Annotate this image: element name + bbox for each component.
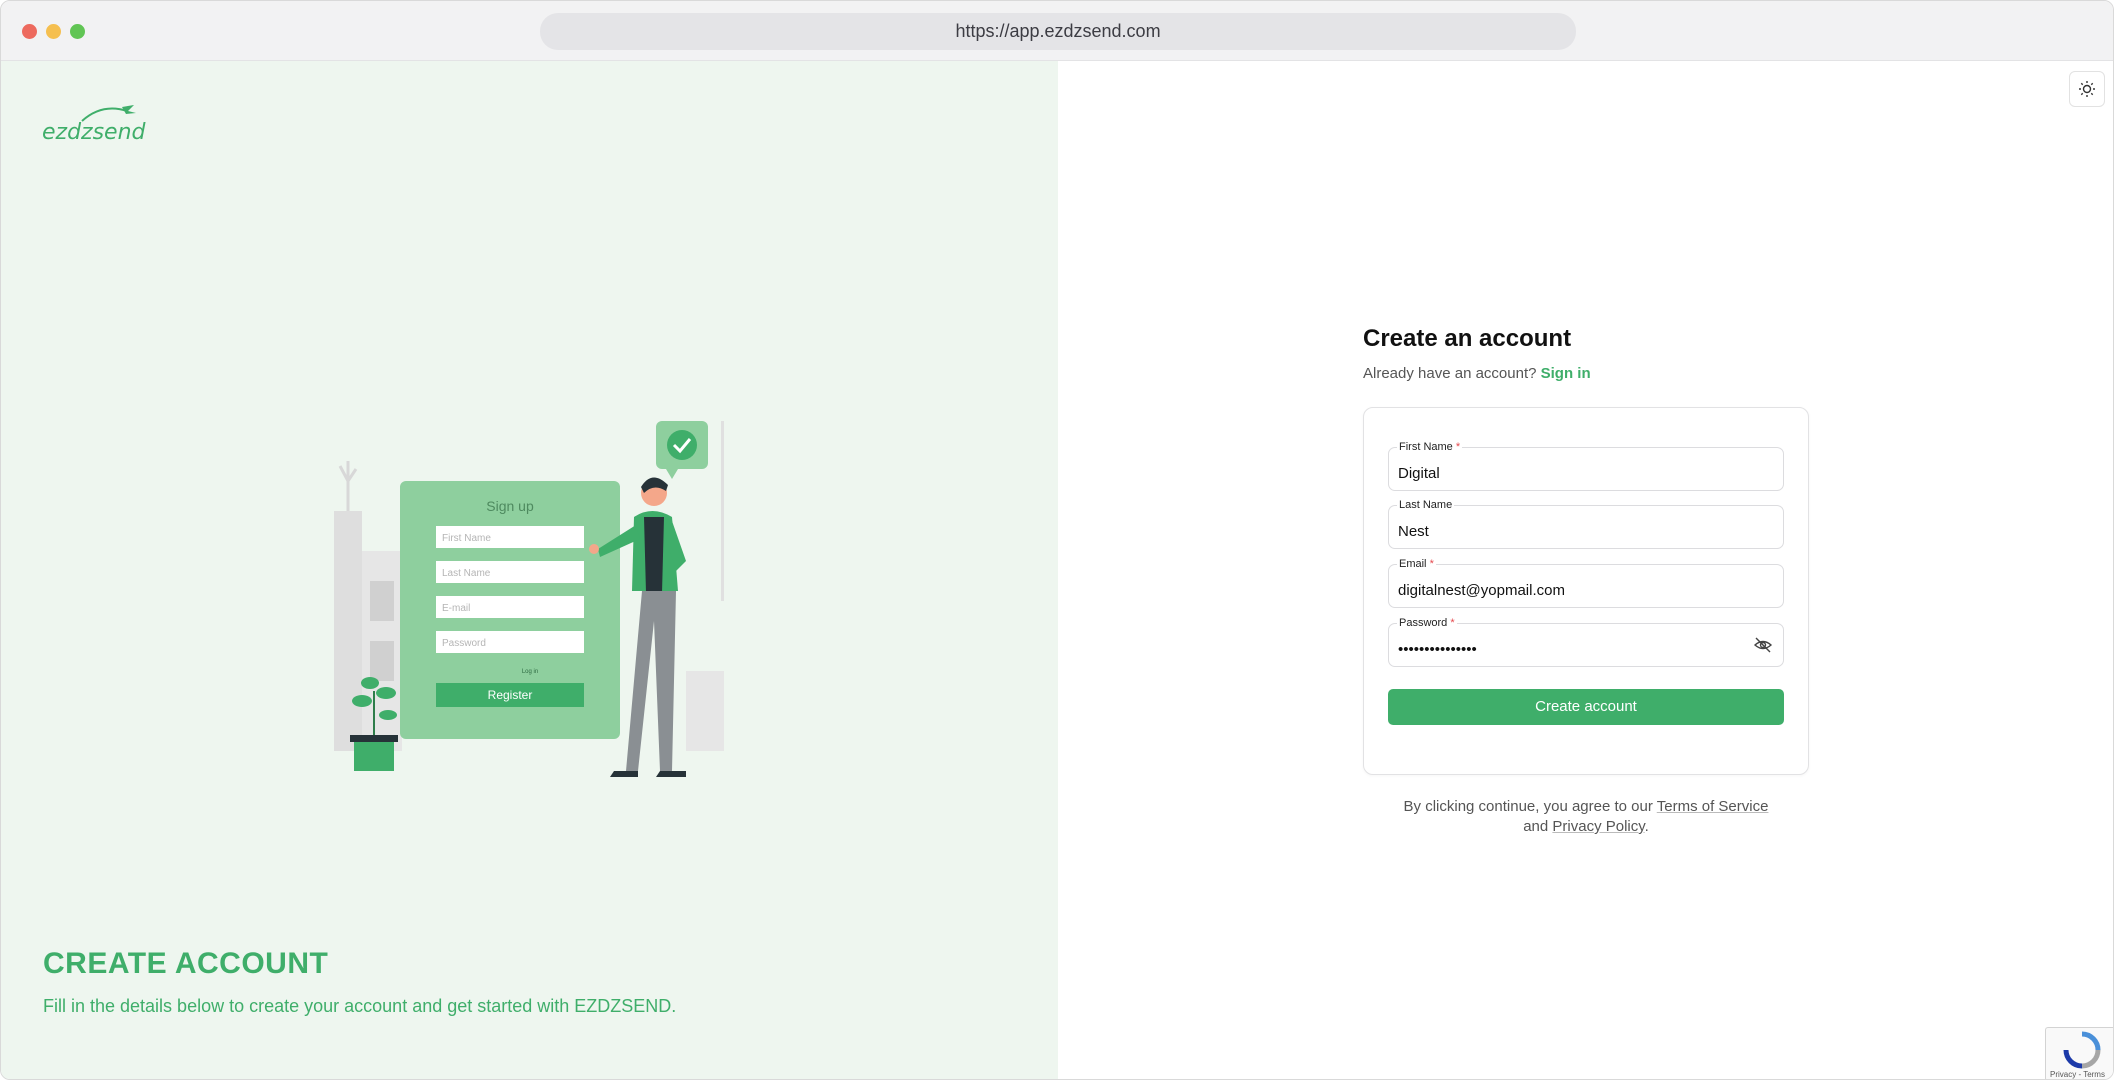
left-panel-title: CREATE ACCOUNT bbox=[43, 947, 329, 980]
browser-window: https://app.ezdzsend.com ezdzsend Sign u… bbox=[0, 0, 2114, 1080]
address-bar[interactable]: https://app.ezdzsend.com bbox=[540, 13, 1576, 50]
terms-of-service-link[interactable]: Terms of Service bbox=[1657, 798, 1769, 815]
first-name-field[interactable]: First Name * bbox=[1388, 441, 1784, 491]
first-name-label: First Name bbox=[1399, 441, 1453, 453]
signin-link[interactable]: Sign in bbox=[1541, 365, 1591, 382]
svg-text:First Name: First Name bbox=[442, 533, 491, 544]
password-input[interactable] bbox=[1398, 638, 1738, 660]
privacy-policy-link[interactable]: Privacy Policy bbox=[1552, 818, 1644, 835]
svg-text:Register: Register bbox=[488, 688, 533, 702]
form-title: Create an account bbox=[1363, 325, 1572, 352]
eye-off-icon[interactable] bbox=[1753, 635, 1773, 655]
left-panel: ezdzsend Sign up First Name Last Name E-… bbox=[1, 61, 1058, 1079]
first-name-input[interactable] bbox=[1398, 462, 1738, 484]
email-input[interactable] bbox=[1398, 579, 1738, 601]
svg-text:ezdzsend: ezdzsend bbox=[42, 120, 147, 145]
close-window-button[interactable] bbox=[22, 24, 37, 39]
email-label: Email bbox=[1399, 558, 1427, 570]
svg-text:Last Name: Last Name bbox=[442, 568, 491, 579]
browser-titlebar: https://app.ezdzsend.com bbox=[1, 1, 2113, 61]
last-name-field[interactable]: Last Name bbox=[1388, 499, 1784, 549]
right-panel: Create an account Already have an accoun… bbox=[1058, 61, 2113, 1079]
required-marker: * bbox=[1450, 617, 1455, 629]
password-field[interactable]: Password * bbox=[1388, 617, 1784, 667]
required-marker: * bbox=[1429, 558, 1434, 570]
terms-text: By clicking continue, you agree to our T… bbox=[1403, 798, 1769, 835]
recaptcha-text[interactable]: Privacy - Terms bbox=[2050, 1070, 2105, 1079]
maximize-window-button[interactable] bbox=[70, 24, 85, 39]
svg-text:E-mail: E-mail bbox=[442, 603, 470, 614]
sun-icon bbox=[2079, 81, 2095, 97]
left-panel-subtitle: Fill in the details below to create your… bbox=[43, 996, 677, 1016]
illustration-heading: Sign up bbox=[486, 498, 534, 514]
last-name-input[interactable] bbox=[1398, 520, 1738, 542]
signin-prompt: Already have an account? Sign in bbox=[1363, 365, 1591, 382]
ezdzsend-logo[interactable]: ezdzsend bbox=[42, 101, 152, 145]
recaptcha-badge[interactable]: Privacy - Terms bbox=[2045, 1027, 2113, 1079]
recaptcha-icon bbox=[2063, 1031, 2101, 1069]
password-label: Password bbox=[1399, 617, 1448, 629]
svg-text:Password: Password bbox=[442, 638, 486, 649]
signup-illustration: Sign up First Name Last Name E-mail Pass… bbox=[334, 421, 724, 777]
last-name-label: Last Name bbox=[1399, 499, 1453, 511]
theme-toggle-button[interactable] bbox=[2069, 71, 2105, 107]
signup-form-card: First Name * Last Name Email * Password … bbox=[1363, 407, 1809, 775]
svg-text:Log in: Log in bbox=[522, 669, 538, 675]
minimize-window-button[interactable] bbox=[46, 24, 61, 39]
create-account-button[interactable]: Create account bbox=[1388, 689, 1784, 725]
required-marker: * bbox=[1455, 441, 1461, 453]
email-field[interactable]: Email * bbox=[1388, 558, 1784, 608]
